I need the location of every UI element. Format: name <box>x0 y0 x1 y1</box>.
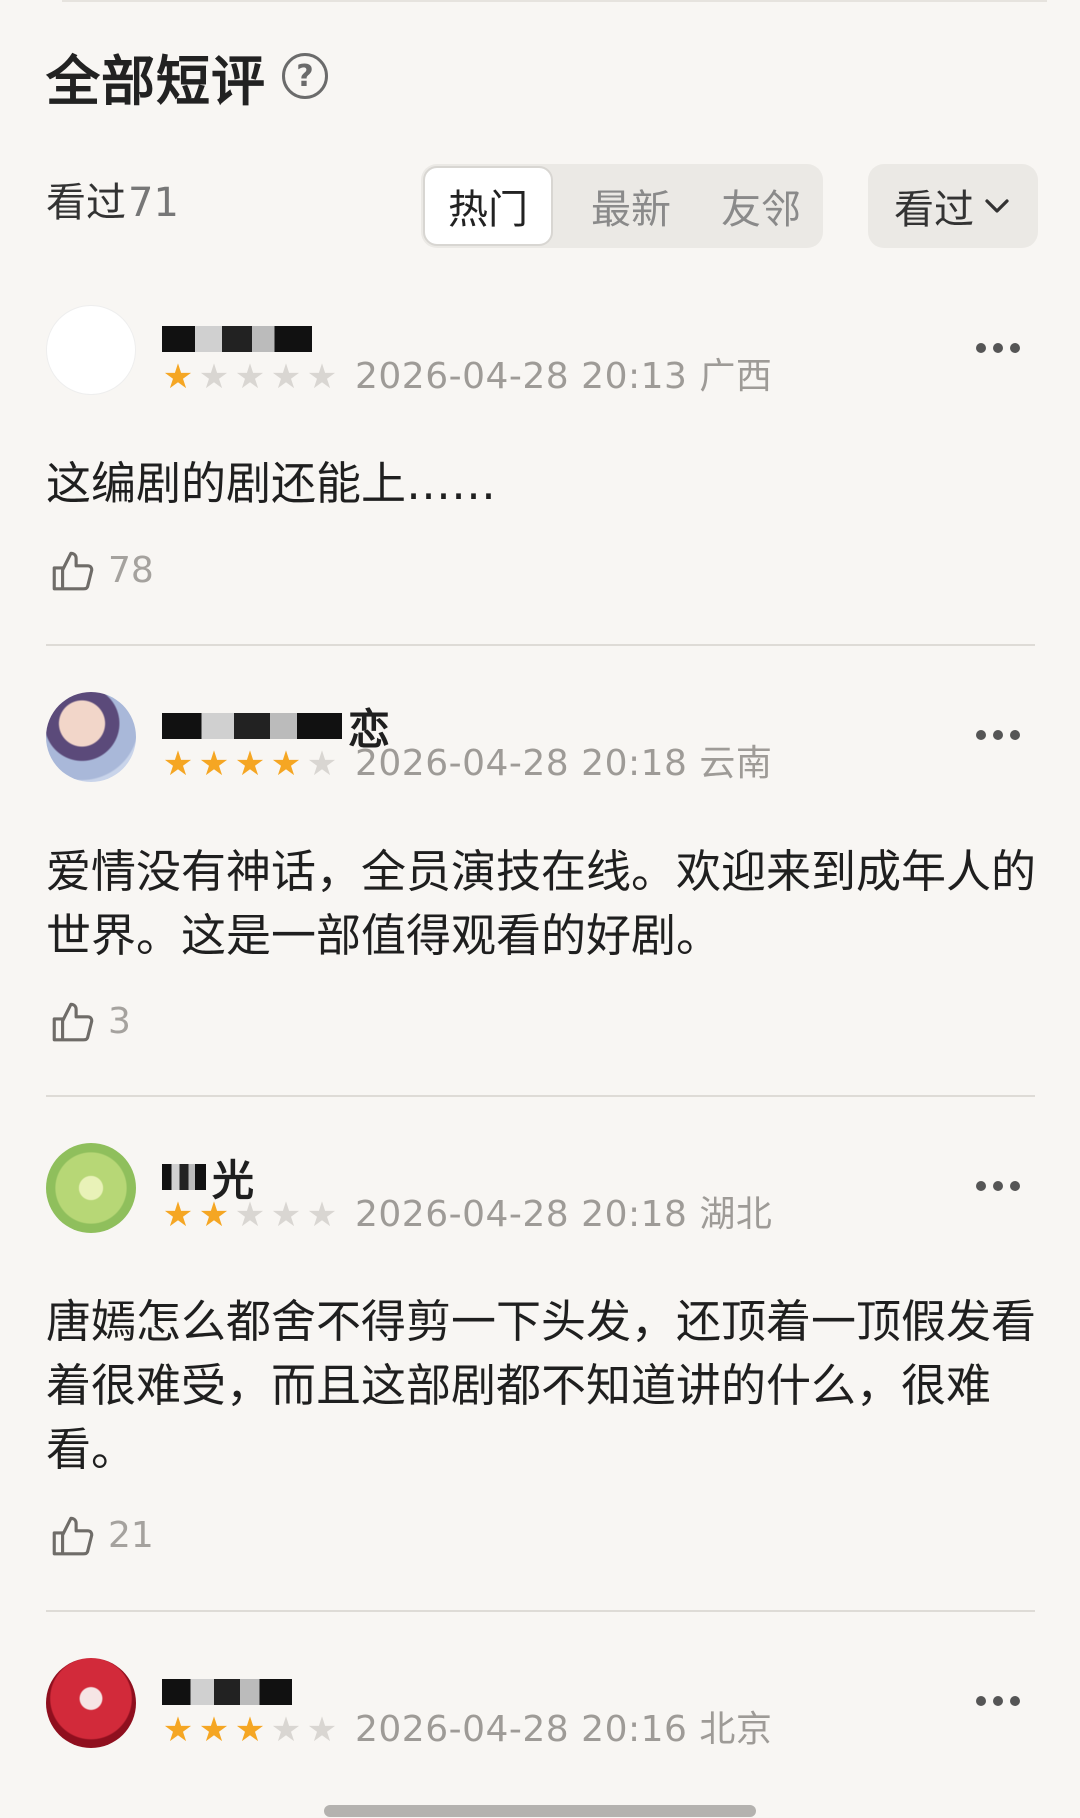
star-empty-icon: ★ <box>270 1710 302 1750</box>
avatar[interactable] <box>46 1143 136 1233</box>
review-date: 2026-04-28 20:18 <box>355 743 688 784</box>
more-dots-icon[interactable] <box>976 730 1020 742</box>
thumbs-up-icon <box>52 1516 94 1556</box>
filter-label: 看过 <box>894 187 974 233</box>
username[interactable]: 恋 <box>162 704 390 754</box>
star-empty-icon: ★ <box>270 1195 302 1235</box>
like-count: 21 <box>108 1514 154 1556</box>
review-divider <box>46 1610 1035 1612</box>
star-rating: ★ ★ ★ ★ ★ <box>160 744 340 784</box>
username[interactable]: 光 <box>162 1155 254 1205</box>
star-rating: ★ ★ ★ ★ ★ <box>160 1195 340 1235</box>
star-filled-icon: ★ <box>234 744 266 784</box>
like-button[interactable]: 21 <box>48 1510 154 1560</box>
thumbs-up-icon <box>52 551 94 591</box>
avatar[interactable] <box>46 1658 136 1748</box>
star-empty-icon: ★ <box>234 1195 266 1235</box>
star-filled-icon: ★ <box>162 1710 194 1750</box>
star-empty-icon: ★ <box>306 357 338 397</box>
page-header: 全部短评 ? <box>46 36 328 116</box>
star-empty-icon: ★ <box>306 744 338 784</box>
star-filled-icon: ★ <box>198 1710 230 1750</box>
help-circle-icon[interactable]: ? <box>282 53 328 99</box>
top-divider <box>62 0 1047 2</box>
review-meta: 2026-04-28 20:13 广西 <box>355 357 772 397</box>
review-meta: 2026-04-28 20:16 北京 <box>355 1710 772 1750</box>
thumbs-up-icon <box>52 1002 94 1042</box>
like-button[interactable]: 3 <box>48 996 131 1046</box>
avatar[interactable] <box>46 692 136 782</box>
avatar[interactable] <box>46 305 136 395</box>
star-empty-icon: ★ <box>270 357 302 397</box>
star-rating: ★ ★ ★ ★ ★ <box>160 357 340 397</box>
star-empty-icon: ★ <box>234 357 266 397</box>
review-text: 唐嫣怎么都舍不得剪一下头发，还顶着一顶假发看着很难受，而且这部剧都不知道讲的什么… <box>46 1295 1037 1476</box>
review-meta: 2026-04-28 20:18 云南 <box>355 744 772 784</box>
star-rating: ★ ★ ★ ★ ★ <box>160 1710 340 1750</box>
star-filled-icon: ★ <box>270 744 302 784</box>
star-filled-icon: ★ <box>198 744 230 784</box>
star-filled-icon: ★ <box>198 1195 230 1235</box>
redacted-username <box>162 326 312 352</box>
more-dots-icon[interactable] <box>976 1696 1020 1708</box>
review-location: 广西 <box>699 356 773 397</box>
username[interactable] <box>162 317 318 361</box>
like-button[interactable]: 78 <box>48 545 154 595</box>
review-date: 2026-04-28 20:13 <box>355 356 688 397</box>
star-empty-icon: ★ <box>306 1195 338 1235</box>
review-location: 云南 <box>699 743 773 784</box>
more-dots-icon[interactable] <box>976 1181 1020 1193</box>
redacted-username <box>162 1164 206 1190</box>
watched-count: 看过71 <box>46 170 179 228</box>
watched-filter-dropdown[interactable]: 看过 <box>868 164 1038 248</box>
redacted-username <box>162 713 342 739</box>
review-date: 2026-04-28 20:16 <box>355 1709 688 1750</box>
sort-tabs: 热门 最新 友邻 <box>421 164 823 248</box>
review-text: 爱情没有神话，全员演技在线。欢迎来到成年人的世界。这是一部值得观看的好剧。 <box>46 845 1037 962</box>
star-filled-icon: ★ <box>234 1710 266 1750</box>
more-dots-icon[interactable] <box>976 343 1020 355</box>
tab-latest[interactable]: 最新 <box>571 164 691 248</box>
like-count: 78 <box>108 549 154 591</box>
chevron-down-icon <box>985 199 1009 213</box>
review-date: 2026-04-28 20:18 <box>355 1194 688 1235</box>
review-divider <box>46 644 1035 646</box>
username[interactable] <box>162 1670 298 1714</box>
review-location: 湖北 <box>699 1194 773 1235</box>
star-empty-icon: ★ <box>198 357 230 397</box>
tab-hot[interactable]: 热门 <box>423 166 553 246</box>
home-indicator[interactable] <box>324 1805 756 1817</box>
star-filled-icon: ★ <box>162 357 194 397</box>
review-text: 这编剧的剧还能上…… <box>46 457 497 510</box>
review-divider <box>46 1095 1035 1097</box>
tab-neighbors[interactable]: 友邻 <box>701 164 821 248</box>
page-title: 全部短评 <box>46 49 266 113</box>
review-meta: 2026-04-28 20:18 湖北 <box>355 1195 772 1235</box>
like-count: 3 <box>108 1000 131 1042</box>
watched-number: 71 <box>128 180 179 226</box>
star-filled-icon: ★ <box>162 744 194 784</box>
watched-label: 看过 <box>46 180 126 226</box>
star-filled-icon: ★ <box>162 1195 194 1235</box>
redacted-username <box>162 1679 292 1705</box>
star-empty-icon: ★ <box>306 1710 338 1750</box>
review-location: 北京 <box>699 1709 773 1750</box>
